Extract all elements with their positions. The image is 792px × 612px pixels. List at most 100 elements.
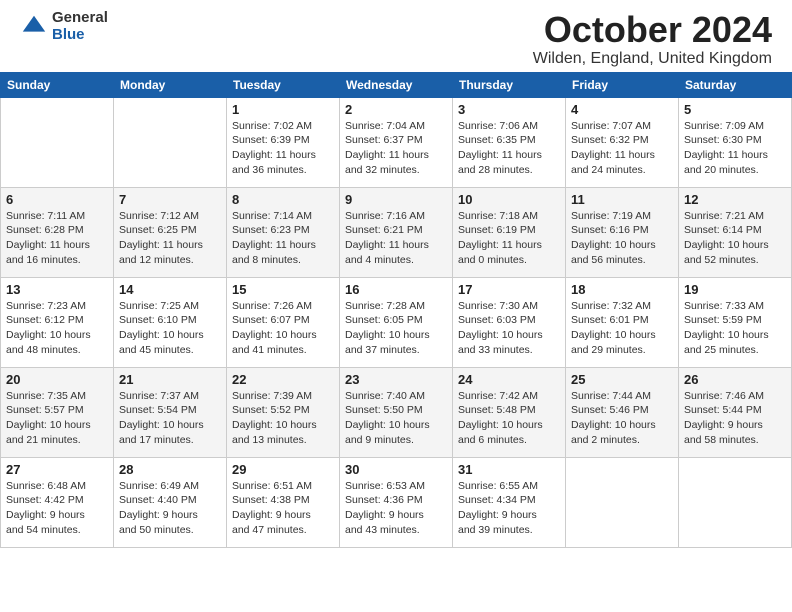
day-number: 3 — [458, 102, 560, 117]
day-number: 1 — [232, 102, 334, 117]
day-number: 12 — [684, 192, 786, 207]
day-info: Sunrise: 7:33 AM Sunset: 5:59 PM Dayligh… — [684, 299, 786, 358]
day-number: 22 — [232, 372, 334, 387]
day-number: 10 — [458, 192, 560, 207]
day-number: 28 — [119, 462, 221, 477]
day-info: Sunrise: 7:18 AM Sunset: 6:19 PM Dayligh… — [458, 209, 560, 268]
header-cell-saturday: Saturday — [679, 72, 792, 97]
day-info: Sunrise: 6:51 AM Sunset: 4:38 PM Dayligh… — [232, 479, 334, 538]
header-cell-tuesday: Tuesday — [227, 72, 340, 97]
day-info: Sunrise: 6:53 AM Sunset: 4:36 PM Dayligh… — [345, 479, 447, 538]
calendar-cell: 24 Sunrise: 7:42 AM Sunset: 5:48 PM Dayli… — [453, 367, 566, 457]
calendar-cell: 21Sunrise: 7:37 AM Sunset: 5:54 PM Dayli… — [114, 367, 227, 457]
day-info: Sunrise: 6:48 AM Sunset: 4:42 PM Dayligh… — [6, 479, 108, 538]
header-cell-sunday: Sunday — [1, 72, 114, 97]
day-number: 9 — [345, 192, 447, 207]
day-info: Sunrise: 6:55 AM Sunset: 4:34 PM Dayligh… — [458, 479, 560, 538]
calendar-cell — [114, 97, 227, 187]
day-number: 6 — [6, 192, 108, 207]
calendar-cell: 26 Sunrise: 7:46 AM Sunset: 5:44 PM Dayli… — [679, 367, 792, 457]
day-number: 15 — [232, 282, 334, 297]
day-info: Sunrise: 7:46 AM Sunset: 5:44 PM Dayligh… — [684, 389, 786, 448]
day-number: 30 — [345, 462, 447, 477]
day-number: 21 — [119, 372, 221, 387]
logo-general: General — [52, 10, 108, 27]
day-info: Sunrise: 7:42 AM Sunset: 5:48 PM Dayligh… — [458, 389, 560, 448]
day-number: 26 — [684, 372, 786, 387]
header-cell-friday: Friday — [566, 72, 679, 97]
calendar-cell: 22Sunrise: 7:39 AM Sunset: 5:52 PM Dayli… — [227, 367, 340, 457]
day-info: Sunrise: 7:23 AM Sunset: 6:12 PM Dayligh… — [6, 299, 108, 358]
day-number: 4 — [571, 102, 673, 117]
day-info: Sunrise: 7:02 AM Sunset: 6:39 PM Dayligh… — [232, 119, 334, 178]
day-number: 7 — [119, 192, 221, 207]
calendar-cell: 2 Sunrise: 7:04 AM Sunset: 6:37 PM Daylig… — [340, 97, 453, 187]
day-info: Sunrise: 7:16 AM Sunset: 6:21 PM Dayligh… — [345, 209, 447, 268]
logo-text: General Blue — [52, 10, 108, 43]
calendar-cell: 5Sunrise: 7:09 AM Sunset: 6:30 PM Daylig… — [679, 97, 792, 187]
location: Wilden, England, United Kingdom — [533, 50, 772, 68]
calendar-cell: 14Sunrise: 7:25 AM Sunset: 6:10 PM Dayli… — [114, 277, 227, 367]
day-number: 29 — [232, 462, 334, 477]
calendar-cell: 23 Sunrise: 7:40 AM Sunset: 5:50 PM Dayli… — [340, 367, 453, 457]
calendar-cell: 25Sunrise: 7:44 AM Sunset: 5:46 PM Dayli… — [566, 367, 679, 457]
day-info: Sunrise: 7:32 AM Sunset: 6:01 PM Dayligh… — [571, 299, 673, 358]
week-row: 1 Sunrise: 7:02 AM Sunset: 6:39 PM Daylig… — [1, 97, 792, 187]
day-number: 17 — [458, 282, 560, 297]
calendar-cell: 12 Sunrise: 7:21 AM Sunset: 6:14 PM Dayli… — [679, 187, 792, 277]
calendar-cell: 31 Sunrise: 6:55 AM Sunset: 4:34 PM Dayli… — [453, 457, 566, 547]
calendar-cell: 13 Sunrise: 7:23 AM Sunset: 6:12 PM Dayli… — [1, 277, 114, 367]
day-info: Sunrise: 7:26 AM Sunset: 6:07 PM Dayligh… — [232, 299, 334, 358]
day-info: Sunrise: 7:12 AM Sunset: 6:25 PM Dayligh… — [119, 209, 221, 268]
month-title: October 2024 — [533, 10, 772, 50]
calendar-cell: 6 Sunrise: 7:11 AM Sunset: 6:28 PM Daylig… — [1, 187, 114, 277]
day-number: 23 — [345, 372, 447, 387]
logo: General Blue — [20, 10, 108, 43]
header-row: SundayMondayTuesdayWednesdayThursdayFrid… — [1, 72, 792, 97]
day-info: Sunrise: 7:11 AM Sunset: 6:28 PM Dayligh… — [6, 209, 108, 268]
day-number: 2 — [345, 102, 447, 117]
header-cell-wednesday: Wednesday — [340, 72, 453, 97]
calendar-cell: 11Sunrise: 7:19 AM Sunset: 6:16 PM Dayli… — [566, 187, 679, 277]
calendar-cell: 7 Sunrise: 7:12 AM Sunset: 6:25 PM Daylig… — [114, 187, 227, 277]
day-info: Sunrise: 7:21 AM Sunset: 6:14 PM Dayligh… — [684, 209, 786, 268]
header-cell-monday: Monday — [114, 72, 227, 97]
calendar-cell: 17 Sunrise: 7:30 AM Sunset: 6:03 PM Dayli… — [453, 277, 566, 367]
day-info: Sunrise: 7:09 AM Sunset: 6:30 PM Dayligh… — [684, 119, 786, 178]
day-number: 13 — [6, 282, 108, 297]
calendar-cell: 16Sunrise: 7:28 AM Sunset: 6:05 PM Dayli… — [340, 277, 453, 367]
day-number: 8 — [232, 192, 334, 207]
day-number: 16 — [345, 282, 447, 297]
day-number: 31 — [458, 462, 560, 477]
day-number: 24 — [458, 372, 560, 387]
calendar-cell — [1, 97, 114, 187]
day-number: 14 — [119, 282, 221, 297]
title-block: October 2024 Wilden, England, United Kin… — [533, 10, 772, 68]
day-info: Sunrise: 7:30 AM Sunset: 6:03 PM Dayligh… — [458, 299, 560, 358]
calendar-cell: 4 Sunrise: 7:07 AM Sunset: 6:32 PM Daylig… — [566, 97, 679, 187]
calendar-cell: 19 Sunrise: 7:33 AM Sunset: 5:59 PM Dayli… — [679, 277, 792, 367]
day-number: 18 — [571, 282, 673, 297]
calendar-cell: 20Sunrise: 7:35 AM Sunset: 5:57 PM Dayli… — [1, 367, 114, 457]
calendar-cell — [679, 457, 792, 547]
day-number: 27 — [6, 462, 108, 477]
calendar-cell: 27 Sunrise: 6:48 AM Sunset: 4:42 PM Dayli… — [1, 457, 114, 547]
week-row: 20Sunrise: 7:35 AM Sunset: 5:57 PM Dayli… — [1, 367, 792, 457]
week-row: 6 Sunrise: 7:11 AM Sunset: 6:28 PM Daylig… — [1, 187, 792, 277]
day-number: 19 — [684, 282, 786, 297]
calendar-cell: 18 Sunrise: 7:32 AM Sunset: 6:01 PM Dayli… — [566, 277, 679, 367]
calendar-cell: 8Sunrise: 7:14 AM Sunset: 6:23 PM Daylig… — [227, 187, 340, 277]
calendar-cell: 28Sunrise: 6:49 AM Sunset: 4:40 PM Dayli… — [114, 457, 227, 547]
logo-blue: Blue — [52, 27, 108, 44]
day-info: Sunrise: 7:40 AM Sunset: 5:50 PM Dayligh… — [345, 389, 447, 448]
calendar-cell: 15 Sunrise: 7:26 AM Sunset: 6:07 PM Dayli… — [227, 277, 340, 367]
calendar-cell: 29 Sunrise: 6:51 AM Sunset: 4:38 PM Dayli… — [227, 457, 340, 547]
calendar-cell: 3Sunrise: 7:06 AM Sunset: 6:35 PM Daylig… — [453, 97, 566, 187]
day-info: Sunrise: 7:44 AM Sunset: 5:46 PM Dayligh… — [571, 389, 673, 448]
calendar-cell: 10 Sunrise: 7:18 AM Sunset: 6:19 PM Dayli… — [453, 187, 566, 277]
day-info: Sunrise: 7:04 AM Sunset: 6:37 PM Dayligh… — [345, 119, 447, 178]
logo-icon — [20, 13, 48, 41]
day-info: Sunrise: 7:19 AM Sunset: 6:16 PM Dayligh… — [571, 209, 673, 268]
page-header: General Blue October 2024 Wilden, Englan… — [0, 0, 792, 72]
day-info: Sunrise: 7:07 AM Sunset: 6:32 PM Dayligh… — [571, 119, 673, 178]
